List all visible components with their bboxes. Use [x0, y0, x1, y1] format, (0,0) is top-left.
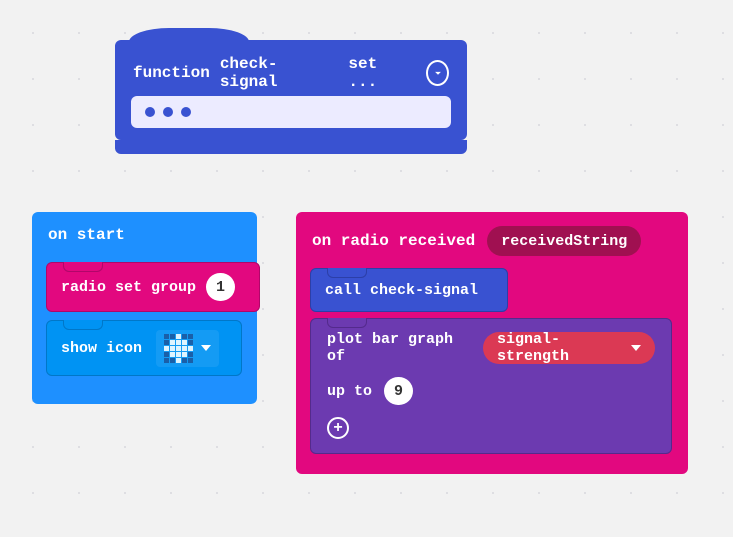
call-prefix: call [325, 282, 361, 299]
function-keyword: function [133, 64, 210, 82]
expand-icon[interactable] [426, 60, 449, 86]
show-icon-block[interactable]: show icon [46, 320, 242, 376]
function-header: function check-signal set ... [115, 40, 467, 92]
call-function-block[interactable]: call check-signal [310, 268, 508, 312]
on-start-block[interactable]: on start radio set group 1 show icon [32, 212, 257, 404]
radio-set-group-block[interactable]: radio set group 1 [46, 262, 260, 312]
function-name: check-signal [220, 55, 319, 91]
block-notch [327, 318, 367, 328]
on-radio-received-block[interactable]: on radio received receivedString call ch… [296, 212, 688, 474]
function-definition-block[interactable]: function check-signal set ... [115, 40, 467, 140]
icon-dropdown[interactable] [156, 330, 219, 367]
add-icon[interactable]: + [327, 417, 349, 439]
variable-name: signal-strength [497, 331, 623, 365]
call-target: check-signal [370, 282, 478, 299]
slot-dot-icon [163, 107, 173, 117]
upto-value[interactable]: 9 [384, 377, 413, 405]
received-string-param[interactable]: receivedString [487, 226, 641, 256]
led-preview-icon [164, 334, 193, 363]
function-body-slot[interactable] [131, 96, 451, 128]
plot-label: plot bar graph of [327, 331, 471, 365]
signal-strength-variable[interactable]: signal-strength [483, 332, 655, 364]
slot-dot-icon [145, 107, 155, 117]
upto-label: up to [327, 383, 372, 400]
radio-group-value[interactable]: 1 [206, 273, 235, 301]
on-start-body: radio set group 1 show icon [46, 262, 266, 376]
on-radio-header: on radio received receivedString [296, 212, 688, 268]
on-start-label: on start [48, 226, 125, 244]
plot-bar-graph-block[interactable]: plot bar graph of signal-strength up to … [310, 318, 672, 454]
on-radio-body: call check-signal plot bar graph of sign… [310, 268, 670, 454]
chevron-down-icon [201, 345, 211, 351]
block-notch [63, 262, 103, 272]
on-radio-label: on radio received [312, 232, 475, 250]
slot-dot-icon [181, 107, 191, 117]
block-notch [327, 268, 367, 278]
on-start-header: on start [32, 212, 257, 256]
block-bottom [115, 140, 467, 154]
block-notch [63, 320, 103, 330]
show-icon-label: show icon [61, 340, 142, 357]
chevron-down-icon [631, 345, 641, 351]
function-trailing: set ... [348, 55, 406, 91]
radio-set-label: radio set group [61, 279, 196, 296]
